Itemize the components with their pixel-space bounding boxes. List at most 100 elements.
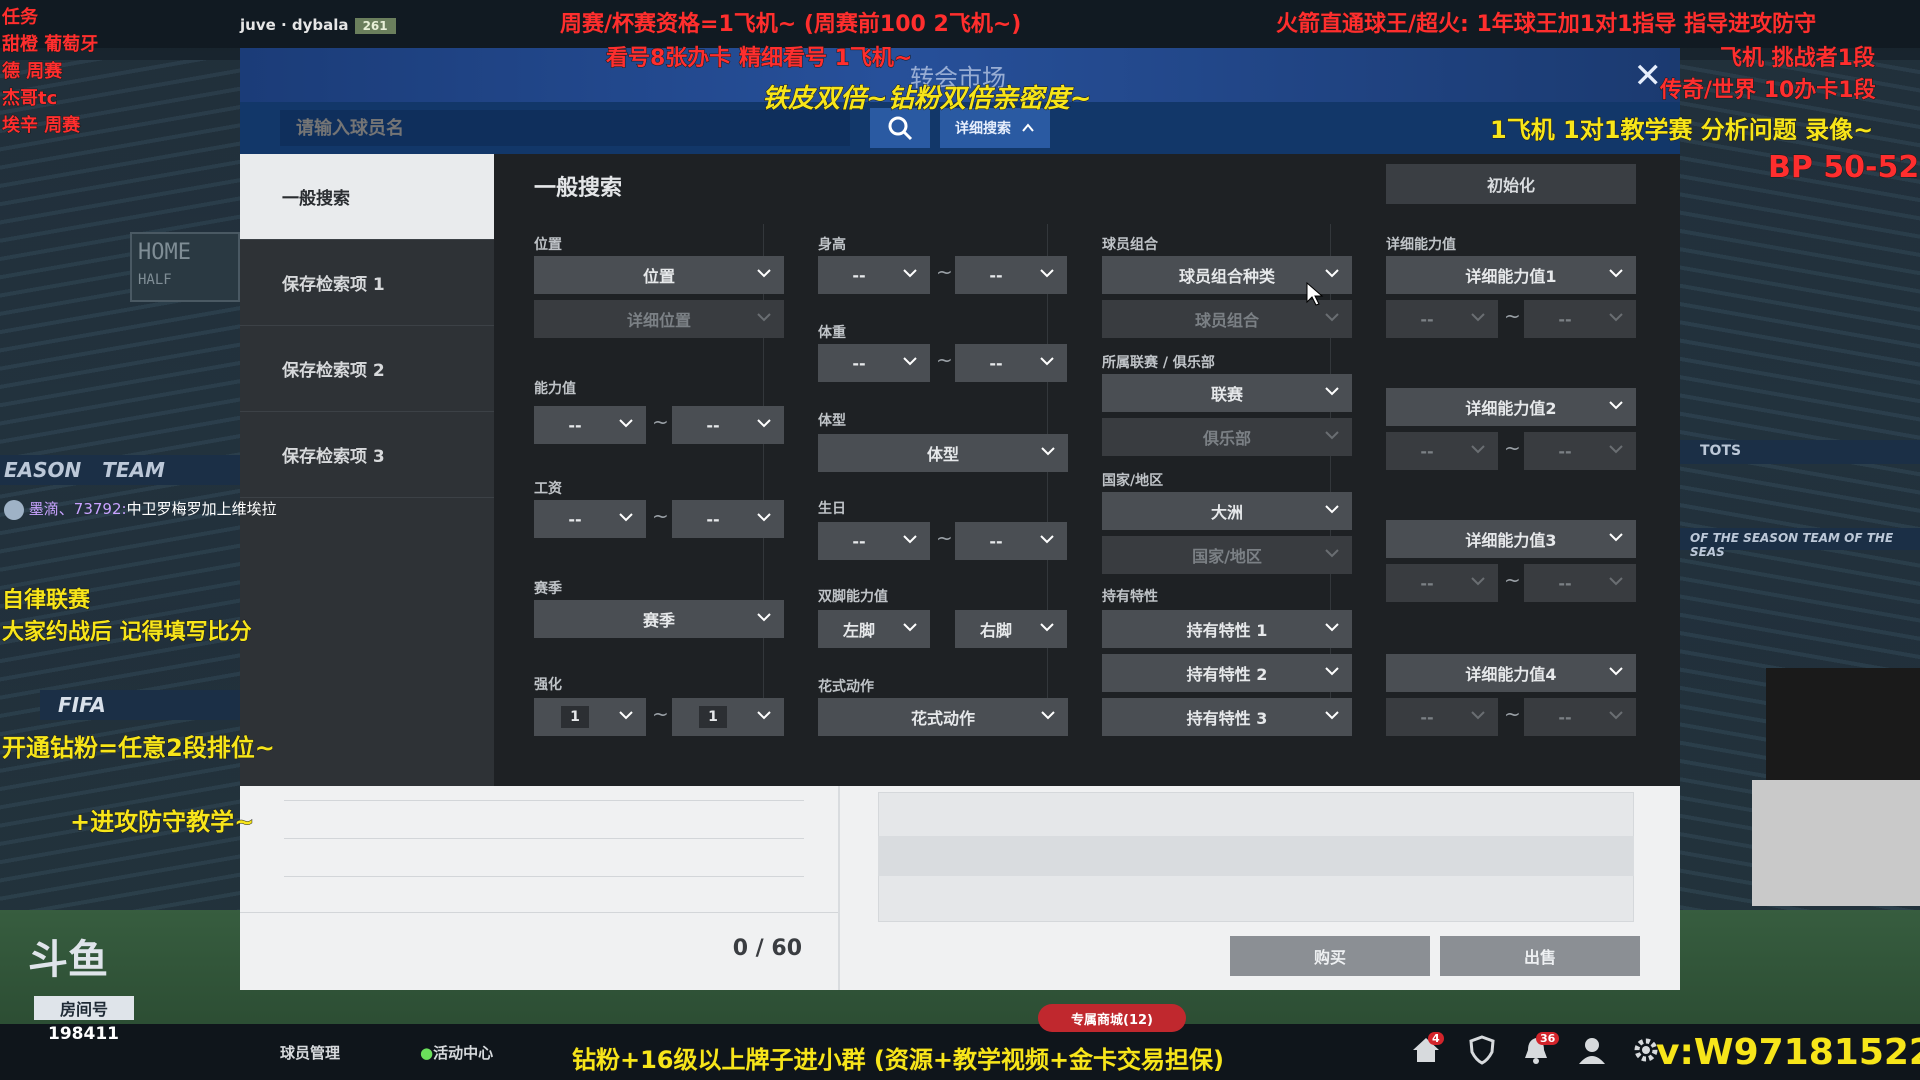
range-tilde: ~ [1504, 568, 1521, 592]
combo-label: 球员组合 [1102, 237, 1158, 253]
detail-position-dropdown[interactable]: 详细位置 [534, 300, 784, 338]
birthday-label: 生日 [818, 501, 846, 517]
detail-stat-4-max-dropdown[interactable]: -- [1524, 698, 1636, 736]
trait-3-dropdown[interactable]: 持有特性 3 [1102, 698, 1352, 736]
player-name-search-input[interactable] [280, 110, 850, 146]
chevron-down-icon [1040, 535, 1054, 544]
divider [284, 800, 804, 801]
chevron-down-icon [1040, 623, 1054, 632]
close-icon[interactable]: ✕ [1634, 56, 1663, 96]
results-list: 0 / 60 [240, 786, 838, 990]
salary-max-dropdown[interactable]: -- [672, 500, 784, 538]
detail-stat-2-min-dropdown[interactable]: -- [1386, 432, 1498, 470]
detail-stat-3-min-dropdown[interactable]: -- [1386, 564, 1498, 602]
enhance-min-dropdown[interactable]: 1 [534, 698, 646, 736]
ability-min-dropdown[interactable]: -- [534, 406, 646, 444]
sidebar-item-saved-2[interactable]: 保存检索项 2 [240, 326, 494, 412]
overlay-task-list: 任务 甜橙 葡萄牙德 周赛 杰哥tc 埃辛 周赛 [1, 7, 99, 137]
detail-stat-2-dropdown[interactable]: 详细能力值2 [1386, 388, 1636, 426]
country-dropdown[interactable]: 国家/地区 [1102, 536, 1352, 574]
chevron-down-icon [1609, 269, 1623, 278]
divider [284, 876, 804, 877]
mouse-cursor-icon [1306, 282, 1324, 306]
traits-label: 持有特性 [1102, 589, 1158, 605]
overlay-text: 1飞机 1对1教学赛 分析问题 录像~ [1489, 116, 1874, 145]
position-dropdown[interactable]: 位置 [534, 256, 784, 294]
detail-stat-1-max-dropdown[interactable]: -- [1524, 300, 1636, 338]
ability-max-dropdown[interactable]: -- [672, 406, 784, 444]
chevron-down-icon [1040, 269, 1054, 278]
chevron-down-icon [1325, 505, 1339, 514]
buy-button[interactable]: 购买 [1230, 936, 1430, 976]
content-title: 一般搜索 [534, 176, 623, 201]
birthday-min-dropdown[interactable]: -- [818, 522, 930, 560]
height-min-dropdown[interactable]: -- [818, 256, 930, 294]
body-type-dropdown[interactable]: 体型 [818, 434, 1068, 472]
bell-badge: 36 [1536, 1032, 1560, 1045]
weight-label: 体重 [818, 325, 846, 341]
overlay-text: 开通钻粉=任意2段排位~ [2, 734, 276, 763]
trade-row [878, 836, 1634, 876]
detail-stat-4-dropdown[interactable]: 详细能力值4 [1386, 654, 1636, 692]
range-tilde: ~ [1504, 702, 1521, 726]
chat-message: 墨滴、73792:中卫罗梅罗加上维埃拉 [4, 498, 277, 520]
height-label: 身高 [818, 237, 846, 253]
enhance-max-dropdown[interactable]: 1 [672, 698, 784, 736]
detail-stat-2-max-dropdown[interactable]: -- [1524, 432, 1636, 470]
chevron-down-icon [1325, 387, 1339, 396]
chevron-down-icon [1325, 623, 1339, 632]
reset-button[interactable]: 初始化 [1386, 164, 1636, 204]
player-management-button[interactable]: 球员管理 [280, 1042, 340, 1063]
club-dropdown[interactable]: 俱乐部 [1102, 418, 1352, 456]
chevron-down-icon [757, 269, 771, 278]
search-sidebar: 一般搜索 保存检索项 1 保存检索项 2 保存检索项 3 [240, 154, 494, 786]
season-banner-right: OF THE SEASON TEAM OF THE SEAS [1680, 528, 1920, 559]
league-label: 所属联赛 / 俱乐部 [1102, 355, 1215, 371]
chevron-down-icon [1325, 313, 1339, 322]
chevron-down-icon [1471, 577, 1485, 586]
left-foot-dropdown[interactable]: 左脚 [818, 610, 930, 648]
enhance-label: 强化 [534, 677, 562, 693]
chevron-down-icon [1041, 447, 1055, 456]
ability-label: 能力值 [534, 381, 576, 397]
overlay-text: +进攻防守教学~ [69, 808, 255, 837]
season-dropdown[interactable]: 赛季 [534, 600, 784, 638]
detail-stat-1-min-dropdown[interactable]: -- [1386, 300, 1498, 338]
user-tag: juve · dybala 261 [240, 16, 396, 34]
birthday-max-dropdown[interactable]: -- [955, 522, 1067, 560]
chevron-down-icon [1609, 533, 1623, 542]
skill-move-dropdown[interactable]: 花式动作 [818, 698, 1068, 736]
sidebar-item-saved-3[interactable]: 保存检索项 3 [240, 412, 494, 498]
activity-center-button[interactable]: ●活动中心 [420, 1042, 493, 1063]
exclusive-shop-button[interactable]: 专属商城(12) [1038, 1004, 1186, 1032]
league-dropdown[interactable]: 联赛 [1102, 374, 1352, 412]
detail-stat-4-min-dropdown[interactable]: -- [1386, 698, 1498, 736]
divider [240, 912, 838, 913]
shield-icon[interactable] [1466, 1034, 1498, 1066]
mascot-webcam [1766, 668, 1920, 780]
height-max-dropdown[interactable]: -- [955, 256, 1067, 294]
user-icon[interactable] [1576, 1034, 1608, 1066]
overlay-text: 传奇/世界 10办卡1段 [1660, 78, 1877, 104]
trait-1-dropdown[interactable]: 持有特性 1 [1102, 610, 1352, 648]
chevron-down-icon [619, 711, 633, 720]
weight-max-dropdown[interactable]: -- [955, 344, 1067, 382]
range-tilde: ~ [652, 702, 669, 726]
weight-min-dropdown[interactable]: -- [818, 344, 930, 382]
sidebar-item-general[interactable]: 一般搜索 [240, 154, 494, 240]
trait-2-dropdown[interactable]: 持有特性 2 [1102, 654, 1352, 692]
salary-min-dropdown[interactable]: -- [534, 500, 646, 538]
home-badge: 4 [1428, 1032, 1444, 1045]
detail-stat-3-dropdown[interactable]: 详细能力值3 [1386, 520, 1636, 558]
sell-button[interactable]: 出售 [1440, 936, 1640, 976]
overlay-text: 周赛/杯赛资格=1飞机~ (周赛前100 2飞机~) [559, 12, 1022, 38]
continent-dropdown[interactable]: 大洲 [1102, 492, 1352, 530]
sidebar-item-saved-1[interactable]: 保存检索项 1 [240, 240, 494, 326]
overlay-text: 火箭直通球王/超火: 1年球王加1对1指导 指导进攻防守 [1275, 12, 1817, 38]
detail-stat-1-dropdown[interactable]: 详细能力值1 [1386, 256, 1636, 294]
range-tilde: ~ [1504, 304, 1521, 328]
chevron-down-icon [1609, 711, 1623, 720]
chevron-down-icon [1609, 313, 1623, 322]
detail-stat-3-max-dropdown[interactable]: -- [1524, 564, 1636, 602]
right-foot-dropdown[interactable]: 右脚 [955, 610, 1067, 648]
